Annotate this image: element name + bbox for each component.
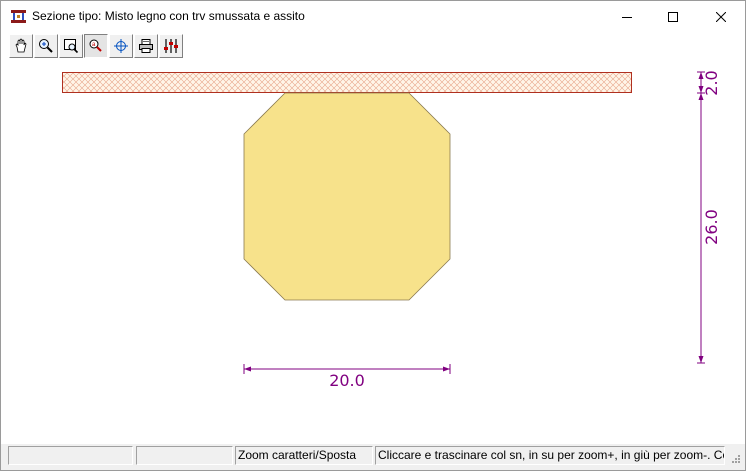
deck-slab [62, 72, 632, 93]
status-panel-mode: Zoom caratteri/Sposta [235, 446, 373, 465]
chamfered-beam [243, 92, 451, 301]
resize-grip-icon[interactable] [729, 454, 741, 466]
beam-height-label: 26.0 [702, 209, 721, 245]
status-panel-hint: Cliccare e trascinare col sn, in su per … [375, 446, 725, 465]
section-window: Sezione tipo: Misto legno con trv smussa… [0, 0, 746, 471]
deck-thickness-label: 2.0 [702, 70, 721, 95]
status-bar: Zoom caratteri/Sposta Cliccare e trascin… [1, 444, 745, 470]
beam-width-label: 20.0 [329, 371, 365, 390]
status-panel-2 [136, 446, 233, 465]
section-drawing[interactable]: 2.0 26.0 20.0 [1, 1, 745, 444]
status-panel-1 [8, 446, 133, 465]
